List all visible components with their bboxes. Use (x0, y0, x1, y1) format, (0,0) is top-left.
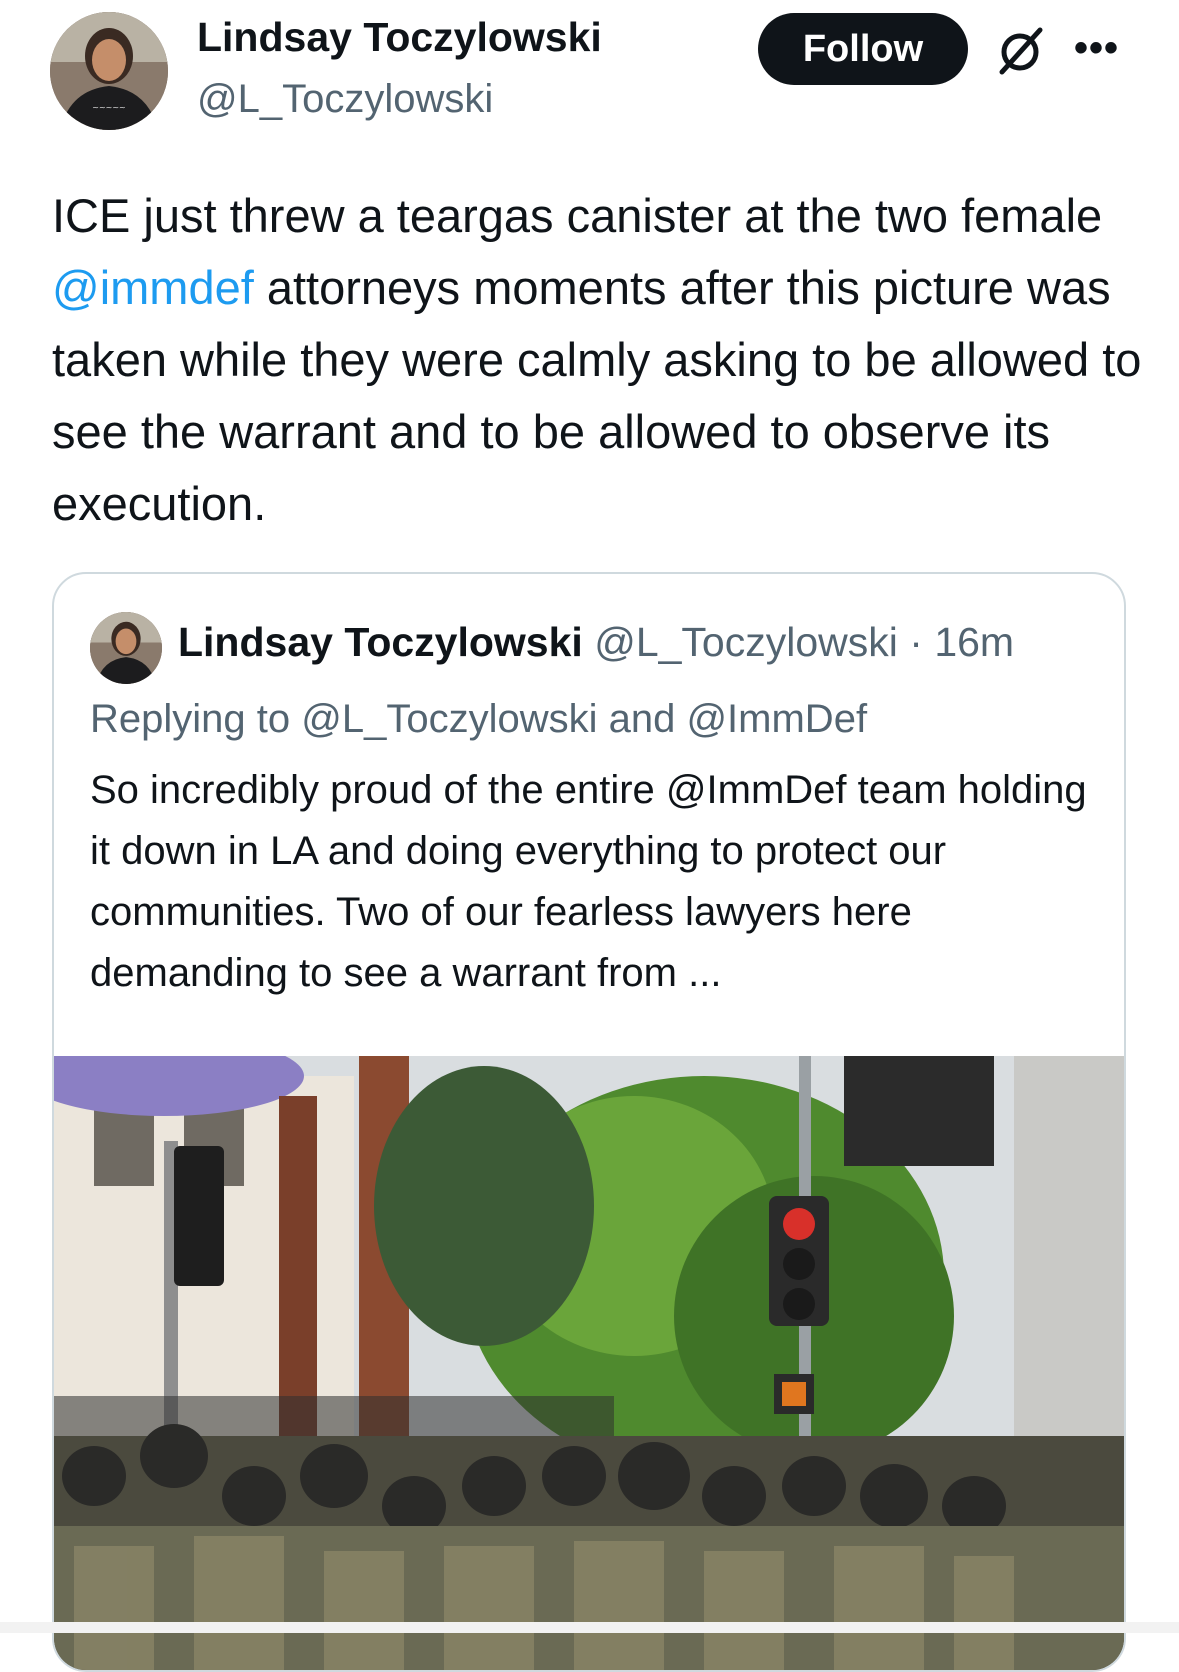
tweet-text-part: ICE just threw a teargas canister at the… (52, 189, 1103, 242)
street-scene-image (54, 1056, 1124, 1670)
author-handle[interactable]: @L_Toczylowski (197, 77, 493, 122)
svg-text:~~~~~: ~~~~~ (92, 103, 126, 112)
more-icon[interactable]: ••• (1074, 26, 1119, 71)
author-name[interactable]: Lindsay Toczylowski (197, 14, 602, 61)
quote-timestamp[interactable]: 16m (934, 619, 1014, 665)
quote-photo[interactable] (54, 1056, 1124, 1670)
author-avatar[interactable]: ~~~~~ (50, 12, 168, 130)
quote-separator: · (909, 619, 923, 665)
mention-link[interactable]: @immdef (52, 261, 254, 314)
bottom-divider (0, 1622, 1179, 1633)
avatar-photo: ~~~~~ (50, 12, 168, 130)
tweet-text: ICE just threw a teargas canister at the… (52, 180, 1162, 540)
quoted-post-card[interactable]: Lindsay Toczylowski @L_Toczylowski · 16m… (52, 572, 1126, 1672)
quote-author-avatar[interactable] (90, 612, 162, 684)
grok-icon[interactable] (992, 22, 1048, 78)
quote-replying-to: Replying to @L_Toczylowski and @ImmDef (90, 697, 868, 741)
quote-author-name[interactable]: Lindsay Toczylowski (178, 619, 583, 665)
quote-author-handle[interactable]: @L_Toczylowski (594, 619, 898, 665)
quote-text: So incredibly proud of the entire @ImmDe… (90, 768, 1087, 995)
quote-avatar-photo (90, 612, 162, 684)
quote-header: Lindsay Toczylowski @L_Toczylowski · 16m (178, 619, 1014, 666)
follow-button[interactable]: Follow (758, 13, 968, 85)
